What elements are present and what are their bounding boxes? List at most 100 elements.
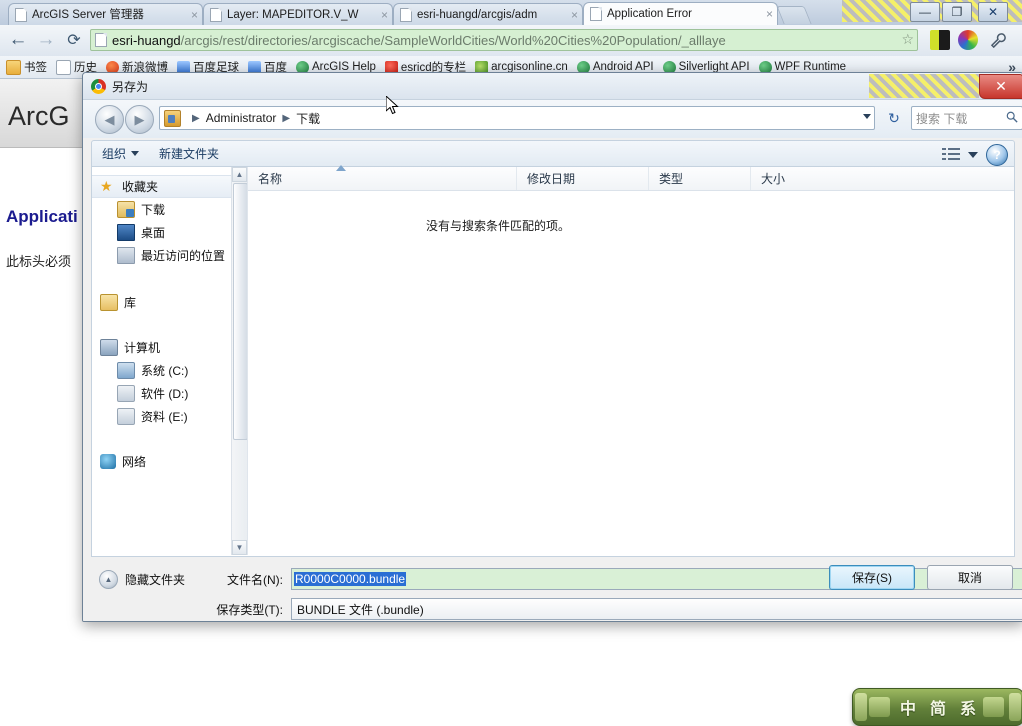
sidebar-item-label: 下载 — [141, 203, 166, 217]
scroll-down-icon[interactable]: ▼ — [232, 540, 247, 555]
column-label: 类型 — [659, 172, 684, 186]
reload-icon: ⟳ — [67, 32, 81, 49]
window-minimize-button[interactable]: — — [910, 2, 940, 22]
sidebar-item-label: 计算机 — [124, 341, 161, 355]
tab-close-icon[interactable]: × — [191, 8, 198, 22]
sidebar-item-favorites[interactable]: ★ 收藏夹 — [92, 175, 247, 198]
sidebar-item-libraries[interactable]: 库 — [92, 291, 247, 314]
tab-arcgis-server-manager[interactable]: ArcGIS Server 管理器 × — [8, 3, 203, 25]
arrow-right-icon: ▶ — [134, 111, 145, 127]
filetype-label: 保存类型(T): — [216, 602, 283, 617]
address-bar[interactable]: esri-huangd /arcgis/rest/directories/arc… — [90, 29, 918, 51]
recent-places-icon — [117, 247, 135, 264]
sidebar-item-drive-e[interactable]: 资料 (E:) — [92, 405, 247, 428]
bookmark-star-icon[interactable]: ☆ — [901, 31, 914, 48]
filename-value: R0000C0000.bundle — [294, 572, 407, 586]
desktop-icon — [117, 224, 135, 241]
minimize-icon: — — [919, 5, 931, 19]
sidebar-item-network[interactable]: 网络 — [92, 450, 247, 473]
window-close-button[interactable]: ✕ — [978, 2, 1008, 22]
column-header-date-modified[interactable]: 修改日期 — [516, 167, 648, 190]
empty-list-message: 没有与搜索条件匹配的项。 — [425, 219, 570, 233]
page-icon — [400, 7, 412, 22]
filetype-select[interactable]: BUNDLE 文件 (.bundle) — [291, 598, 1022, 620]
page-icon — [95, 33, 107, 47]
ime-tools-icon[interactable] — [983, 697, 1004, 717]
keyboard-icon[interactable] — [869, 697, 890, 717]
dialog-back-button[interactable]: ◀ — [95, 105, 124, 134]
breadcrumb-separator-icon: ▶ — [192, 112, 200, 124]
column-header-type[interactable]: 类型 — [648, 167, 750, 190]
sidebar-group-network: 网络 — [92, 450, 247, 473]
column-header-name[interactable]: 名称 — [248, 165, 516, 190]
chevron-down-icon[interactable] — [863, 114, 871, 119]
ime-bar-left-cap — [855, 693, 868, 721]
sidebar-item-label: 系统 (C:) — [141, 364, 189, 378]
network-icon — [100, 454, 116, 469]
arrow-left-icon: ◀ — [104, 111, 115, 127]
tab-esri-huangd-admin[interactable]: esri-huangd/arcgis/adm × — [393, 3, 583, 25]
dialog-close-button[interactable]: ✕ — [979, 74, 1022, 99]
breadcrumb[interactable]: ▶ Administrator ▶ 下载 — [159, 106, 875, 130]
sidebar-item-drive-d[interactable]: 软件 (D:) — [92, 382, 247, 405]
star-icon: ★ — [100, 178, 113, 194]
sidebar-item-label: 软件 (D:) — [141, 387, 189, 401]
column-label: 修改日期 — [527, 172, 576, 186]
tab-close-icon[interactable]: × — [766, 7, 773, 21]
ime-language-bar[interactable]: 中 简 系 — [852, 688, 1022, 726]
reload-button[interactable]: ⟳ — [62, 28, 86, 52]
sidebar-item-computer[interactable]: 计算机 — [92, 336, 247, 359]
sidebar-scrollbar[interactable]: ▲ ▼ — [231, 167, 247, 555]
navigation-toolbar: ← → ⟳ esri-huangd /arcgis/rest/directori… — [0, 25, 1022, 57]
chevron-down-icon — [131, 151, 140, 156]
new-folder-button[interactable]: 新建文件夹 — [149, 145, 229, 162]
organize-button[interactable]: 组织 — [92, 145, 149, 162]
sidebar-item-downloads[interactable]: 下载 — [92, 198, 247, 221]
cancel-label: 取消 — [957, 571, 982, 585]
window-maximize-button[interactable]: ❐ — [942, 2, 972, 22]
breadcrumb-item-downloads[interactable]: 下载 — [296, 110, 320, 127]
sidebar-item-drive-c[interactable]: 系统 (C:) — [92, 359, 247, 382]
help-button[interactable]: ? — [986, 144, 1008, 166]
dialog-refresh-button[interactable]: ↻ — [883, 108, 905, 128]
browser-window: ArcGIS Server 管理器 × Layer: MAPEDITOR.V_W… — [0, 0, 1022, 726]
views-icon[interactable] — [942, 146, 960, 162]
user-folder-icon — [164, 109, 181, 127]
dialog-forward-button[interactable]: ▶ — [125, 105, 154, 134]
scroll-up-icon[interactable]: ▲ — [232, 167, 247, 182]
new-tab-button[interactable] — [776, 6, 812, 24]
column-label: 名称 — [258, 172, 283, 186]
extension-icon-1[interactable] — [930, 30, 950, 50]
tab-label: esri-huangd/arcgis/adm — [417, 8, 538, 21]
wrench-icon[interactable] — [988, 30, 1008, 50]
tab-application-error[interactable]: Application Error × — [583, 2, 778, 25]
search-input[interactable]: 搜索 下载 — [911, 106, 1022, 130]
cancel-button[interactable]: 取消 — [927, 565, 1013, 590]
tab-close-icon[interactable]: × — [571, 8, 578, 22]
tab-close-icon[interactable]: × — [381, 8, 388, 22]
bookmark-shujian[interactable]: 书签 — [6, 59, 47, 75]
back-button[interactable]: ← — [6, 28, 30, 52]
file-list-header: 名称 修改日期 类型 大小 — [248, 165, 1014, 191]
scrollbar-thumb[interactable] — [233, 183, 247, 440]
hide-folders-toggle[interactable]: ▲ 隐藏文件夹 — [99, 570, 185, 589]
tab-layer-mapeditor[interactable]: Layer: MAPEDITOR.V_W × — [203, 3, 393, 25]
sidebar-item-desktop[interactable]: 桌面 — [92, 221, 247, 244]
close-icon: ✕ — [987, 5, 999, 19]
breadcrumb-separator-icon: ▶ — [282, 112, 291, 124]
save-label: 保存(S) — [852, 571, 892, 585]
views-chevron-down-icon[interactable] — [968, 152, 978, 158]
ime-shape-button[interactable]: 简 — [923, 695, 953, 719]
ime-punctuation-button[interactable]: 系 — [953, 695, 983, 719]
sidebar-group-computer: 计算机 系统 (C:) 软件 (D:) 资料 (E:) — [92, 336, 247, 428]
column-header-size[interactable]: 大小 — [750, 167, 870, 190]
page-icon — [15, 7, 27, 22]
sidebar-item-label: 最近访问的位置 — [141, 249, 226, 263]
breadcrumb-item-administrator[interactable]: Administrator — [206, 111, 277, 125]
ime-mode-button[interactable]: 中 — [893, 695, 923, 719]
sidebar-item-recent-places[interactable]: 最近访问的位置 — [92, 244, 247, 267]
file-list[interactable]: 名称 修改日期 类型 大小 没有与搜索条件匹配的项。 — [248, 165, 1014, 555]
extension-icon-2[interactable] — [958, 30, 978, 50]
save-button[interactable]: 保存(S) — [829, 565, 915, 590]
forward-button[interactable]: → — [34, 28, 58, 52]
